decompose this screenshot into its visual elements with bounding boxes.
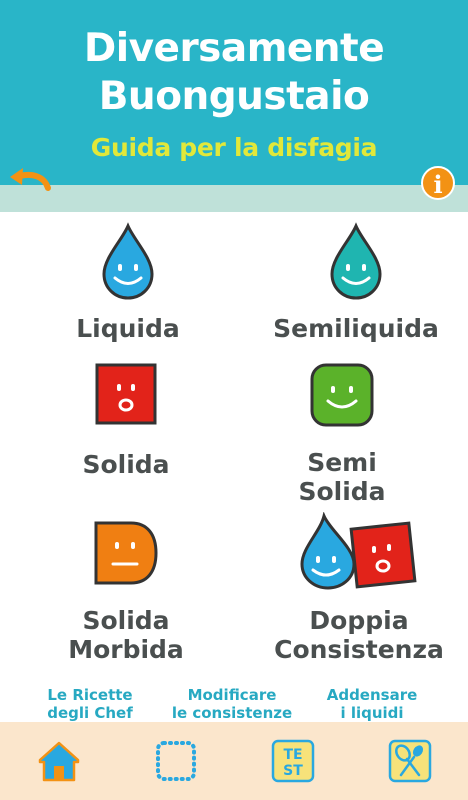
app-title-line1: Diversamente <box>83 26 385 71</box>
svg-text:ST: ST <box>283 763 303 779</box>
drop-and-square-icon <box>300 512 417 590</box>
category-label: Doppia Consistenza <box>274 606 444 664</box>
category-label: Semiliquida <box>273 314 439 343</box>
link-modificare-consistenze[interactable]: Modificare le consistenze <box>166 686 298 722</box>
app-subtitle: Guida per la disfagia <box>90 133 378 162</box>
red-square-surprised-icon <box>95 363 157 425</box>
category-liquida[interactable]: Liquida <box>18 222 238 352</box>
bottom-tab-bar: TE ST <box>0 722 468 800</box>
category-solida-morbida[interactable]: Solida Morbida <box>16 520 236 670</box>
orange-d-neutral-icon <box>94 521 158 585</box>
app-header: Diversamente Buongustaio Guida per la di… <box>0 0 468 185</box>
category-semiliquida[interactable]: Semiliquida <box>246 222 466 352</box>
home-icon[interactable] <box>36 738 82 784</box>
category-doppia-consistenza[interactable]: Doppia Consistenza <box>249 512 468 670</box>
back-arrow-icon[interactable] <box>6 166 54 196</box>
header-subbar <box>0 185 468 212</box>
link-addensare-liquidi[interactable]: Addensare i liquidi <box>306 686 438 722</box>
green-square-smile-icon <box>310 363 374 427</box>
category-label: Liquida <box>76 314 180 343</box>
link-ricette-chef[interactable]: Le Ricette degli Chef <box>24 686 156 722</box>
test-icon[interactable]: TE ST <box>270 738 316 784</box>
category-label: Solida Morbida <box>68 606 184 664</box>
svg-text:TE: TE <box>283 747 302 763</box>
category-semi-solida[interactable]: Semi Solida <box>232 362 452 507</box>
category-label: Semi Solida <box>298 448 386 506</box>
info-links: Le Ricette degli Chef Modificare le cons… <box>0 686 468 722</box>
app-title-line2: Buongustaio <box>98 74 370 119</box>
blue-drop-smile-icon <box>102 222 154 300</box>
whisk-spoon-icon[interactable] <box>387 738 433 784</box>
info-icon[interactable]: i <box>421 166 455 200</box>
category-label: Solida <box>82 450 170 479</box>
category-solida[interactable]: Solida <box>16 362 236 482</box>
dotted-square-icon[interactable] <box>153 738 199 784</box>
teal-drop-smile-icon <box>330 222 382 300</box>
